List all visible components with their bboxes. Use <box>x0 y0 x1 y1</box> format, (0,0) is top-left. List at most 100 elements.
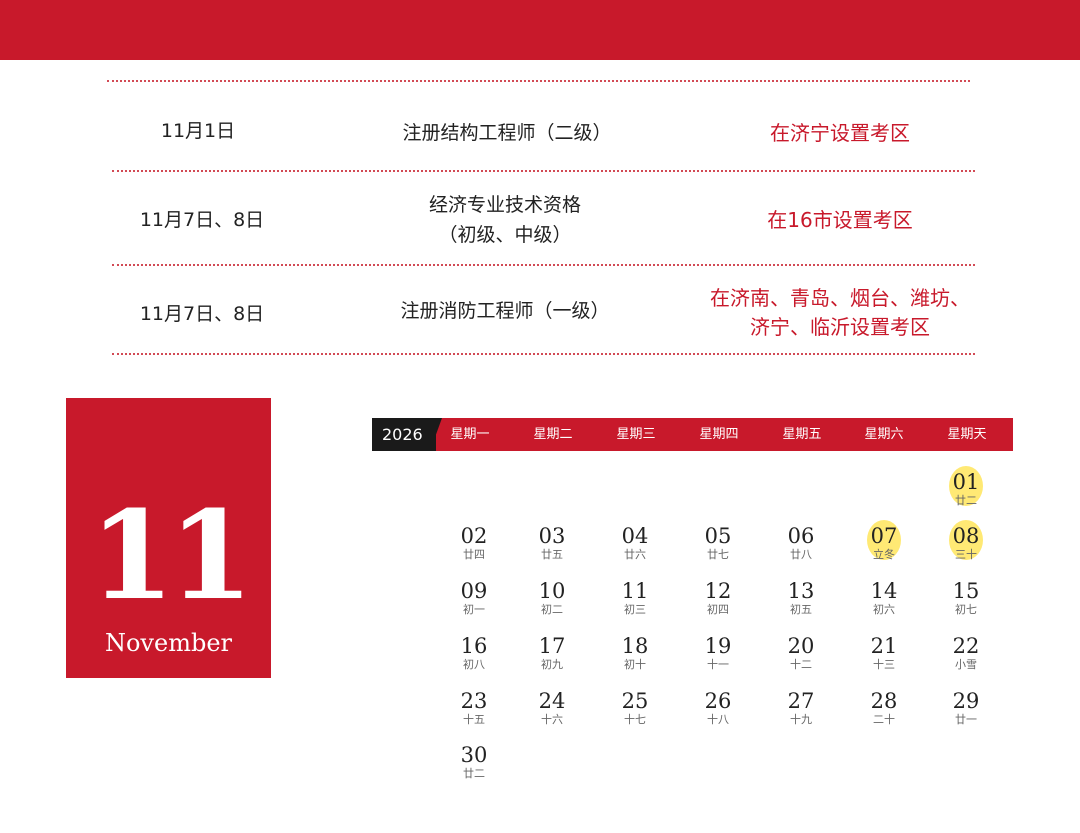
lunar-date: 廿六 <box>624 548 646 561</box>
calendar-header: 2026 星期一 星期二 星期三 星期四 星期五 星期六 星期天 <box>372 418 1013 451</box>
day-number: 27 <box>787 689 815 713</box>
calendar-day: 15 初七 <box>936 579 996 617</box>
row-divider <box>112 353 975 355</box>
lunar-date: 初三 <box>624 603 646 616</box>
day-number: 05 <box>704 524 732 548</box>
exam-name: 注册消防工程师（一级） <box>400 300 610 322</box>
calendar-day: 22 小雪 <box>936 634 996 672</box>
day-number: 30 <box>460 743 488 767</box>
day-number: 08 <box>952 524 980 548</box>
day-number: 15 <box>952 579 980 603</box>
weekday-label: 星期四 <box>699 427 739 442</box>
exam-date: 11月7日、8日 <box>139 209 265 231</box>
lunar-date: 十九 <box>790 713 812 726</box>
calendar-day: 28 二十 <box>854 689 914 727</box>
day-number: 04 <box>621 524 649 548</box>
calendar-day: 24 十六 <box>522 689 582 727</box>
calendar-day: 23 十五 <box>444 689 504 727</box>
exam-name: 注册结构工程师（二级） <box>402 122 612 144</box>
day-number: 28 <box>870 689 898 713</box>
calendar-day: 27 十九 <box>771 689 831 727</box>
lunar-date: 廿八 <box>790 548 812 561</box>
calendar-day: 07 立冬 <box>854 520 914 562</box>
calendar-day: 21 十三 <box>854 634 914 672</box>
day-number: 13 <box>787 579 815 603</box>
month-number: 11 <box>89 483 254 627</box>
lunar-date: 廿四 <box>463 548 485 561</box>
day-number: 03 <box>538 524 566 548</box>
calendar-day: 16 初八 <box>444 634 504 672</box>
row-divider <box>112 264 975 266</box>
exam-date: 11月7日、8日 <box>139 303 265 325</box>
day-number: 21 <box>870 634 898 658</box>
day-number: 11 <box>621 579 649 603</box>
lunar-date: 小雪 <box>955 658 977 671</box>
lunar-date: 初四 <box>707 603 729 616</box>
weekday-label: 星期五 <box>782 427 822 442</box>
month-name: November <box>104 629 232 657</box>
month-block: 11 November <box>66 398 271 678</box>
lunar-date: 十八 <box>707 713 729 726</box>
calendar-day: 26 十八 <box>688 689 748 727</box>
lunar-date: 廿一 <box>955 713 977 726</box>
day-number: 09 <box>460 579 488 603</box>
calendar-day: 18 初十 <box>605 634 665 672</box>
weekday-label: 星期三 <box>616 427 656 442</box>
day-number: 19 <box>704 634 732 658</box>
lunar-date: 初五 <box>790 603 812 616</box>
exam-name: 经济专业技术资格 <box>428 194 581 216</box>
day-number: 06 <box>787 524 815 548</box>
row-divider <box>107 80 970 82</box>
exam-location: 在济宁设置考区 <box>770 121 910 145</box>
top-banner <box>0 0 1080 60</box>
lunar-date: 二十 <box>873 713 895 726</box>
day-number: 26 <box>704 689 732 713</box>
year-label: 2026 <box>372 418 436 451</box>
day-number: 23 <box>460 689 488 713</box>
lunar-date: 初十 <box>624 658 646 671</box>
calendar-day: 06 廿八 <box>771 524 831 562</box>
calendar-day: 05 廿七 <box>688 524 748 562</box>
exam-location: 在16市设置考区 <box>767 208 913 232</box>
lunar-date: 十一 <box>707 658 729 671</box>
day-number: 14 <box>870 579 898 603</box>
lunar-date: 廿二 <box>955 494 977 507</box>
lunar-date: 廿五 <box>541 548 563 561</box>
lunar-date: 初九 <box>541 658 563 671</box>
calendar-day: 12 初四 <box>688 579 748 617</box>
day-number: 07 <box>870 524 898 548</box>
day-number: 17 <box>538 634 566 658</box>
calendar-day: 13 初五 <box>771 579 831 617</box>
day-number: 22 <box>952 634 980 658</box>
exam-location: 在济南、青岛、烟台、潍坊、 <box>710 286 970 310</box>
calendar-day: 25 十七 <box>605 689 665 727</box>
day-number: 25 <box>621 689 649 713</box>
exam-date: 11月1日 <box>160 120 236 142</box>
lunar-date: 十二 <box>790 658 812 671</box>
calendar-day: 30 廿二 <box>444 743 504 781</box>
row-divider <box>112 170 975 172</box>
day-number: 01 <box>952 470 980 494</box>
calendar-day: 02 廿四 <box>444 524 504 562</box>
lunar-date: 十七 <box>624 713 646 726</box>
calendar-day: 19 十一 <box>688 634 748 672</box>
day-number: 12 <box>704 579 732 603</box>
day-number: 20 <box>787 634 815 658</box>
weekday-label: 星期一 <box>450 427 490 442</box>
day-number: 29 <box>952 689 980 713</box>
calendar-day: 29 廿一 <box>936 689 996 727</box>
lunar-date: 三十 <box>955 548 977 561</box>
exam-location-subline: 济宁、临沂设置考区 <box>750 315 930 339</box>
lunar-date: 初六 <box>873 603 895 616</box>
lunar-date: 廿二 <box>463 767 485 780</box>
day-number: 24 <box>538 689 566 713</box>
day-number: 02 <box>460 524 488 548</box>
lunar-date: 十三 <box>873 658 895 671</box>
lunar-date: 初八 <box>463 658 485 671</box>
lunar-date: 十五 <box>463 713 485 726</box>
calendar-day: 10 初二 <box>522 579 582 617</box>
calendar-day: 03 廿五 <box>522 524 582 562</box>
calendar-day: 11 初三 <box>605 579 665 617</box>
day-number: 16 <box>460 634 488 658</box>
day-number: 18 <box>621 634 649 658</box>
